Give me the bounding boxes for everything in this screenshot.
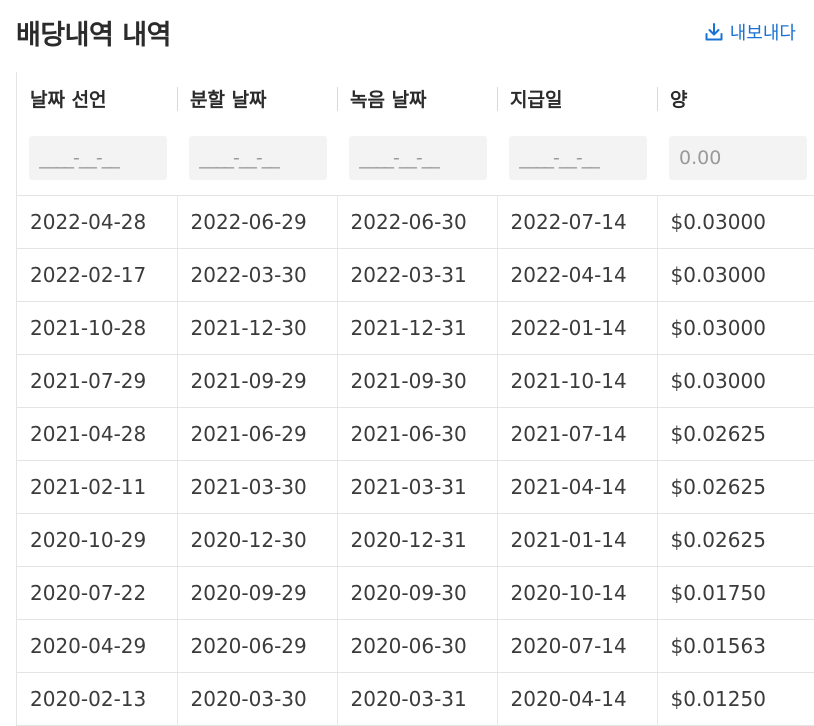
- ex-date-filter-input[interactable]: [189, 136, 327, 180]
- export-label: 내보내다: [729, 23, 796, 44]
- cell-ex-date: 2020-06-29: [176, 619, 337, 673]
- table-row: 2020-07-22 2020-09-29 2020-09-30 2020-10…: [17, 566, 814, 620]
- page-title: 배당내역 내역: [16, 20, 171, 51]
- cell-ex-date: 2021-09-29: [176, 354, 337, 408]
- pay-date-filter-input[interactable]: [509, 136, 647, 180]
- table-row: 2021-02-11 2021-03-30 2021-03-31 2021-04…: [17, 460, 814, 514]
- record-date-filter-input[interactable]: [349, 136, 487, 180]
- declared-date-filter-input[interactable]: [29, 136, 167, 180]
- cell-pay-date: 2022-04-14: [496, 248, 657, 302]
- cell-pay-date: 2020-07-14: [496, 619, 657, 673]
- cell-record-date: 2020-09-30: [336, 566, 497, 620]
- page-header: 배당내역 내역 내보내다: [0, 0, 814, 72]
- dividend-history-table: 날짜 선언 분할 날짜 녹음 날짜 지급일 양 2022-04-28 2022-…: [16, 72, 814, 726]
- cell-record-date: 2022-06-30: [336, 195, 497, 249]
- cell-record-date: 2021-06-30: [336, 407, 497, 461]
- cell-record-date: 2022-03-31: [336, 248, 497, 302]
- cell-declared-date: 2020-04-29: [17, 619, 177, 673]
- cell-pay-date: 2021-10-14: [496, 354, 657, 408]
- cell-ex-date: 2021-12-30: [176, 301, 337, 355]
- table-row: 2020-10-29 2020-12-30 2020-12-31 2021-01…: [17, 513, 814, 567]
- cell-pay-date: 2020-10-14: [496, 566, 657, 620]
- cell-amount: $0.02625: [656, 513, 814, 567]
- table-row: 2020-04-29 2020-06-29 2020-06-30 2020-07…: [17, 619, 814, 673]
- table-row: 2021-07-29 2021-09-29 2021-09-30 2021-10…: [17, 354, 814, 408]
- table-row: 2022-04-28 2022-06-29 2022-06-30 2022-07…: [17, 195, 814, 249]
- cell-record-date: 2021-12-31: [336, 301, 497, 355]
- cell-record-date: 2020-06-30: [336, 619, 497, 673]
- cell-amount: $0.02625: [656, 460, 814, 514]
- cell-declared-date: 2020-07-22: [17, 566, 177, 620]
- cell-declared-date: 2021-07-29: [17, 354, 177, 408]
- cell-pay-date: 2022-01-14: [496, 301, 657, 355]
- cell-pay-date: 2021-01-14: [496, 513, 657, 567]
- column-header-amount[interactable]: 양: [657, 72, 814, 125]
- table-row: 2020-02-13 2020-03-30 2020-03-31 2020-04…: [17, 672, 814, 726]
- cell-amount: $0.01563: [656, 619, 814, 673]
- table-filter-row: [17, 125, 814, 196]
- column-header-declared-date[interactable]: 날짜 선언: [17, 72, 177, 125]
- export-button[interactable]: 내보내다: [704, 18, 796, 46]
- cell-record-date: 2021-03-31: [336, 460, 497, 514]
- cell-pay-date: 2021-04-14: [496, 460, 657, 514]
- cell-amount: $0.01750: [656, 566, 814, 620]
- cell-declared-date: 2022-02-17: [17, 248, 177, 302]
- cell-amount: $0.02625: [656, 407, 814, 461]
- column-header-pay-date[interactable]: 지급일: [497, 72, 657, 125]
- table-header-row: 날짜 선언 분할 날짜 녹음 날짜 지급일 양: [17, 72, 814, 125]
- cell-record-date: 2021-09-30: [336, 354, 497, 408]
- cell-record-date: 2020-03-31: [336, 672, 497, 726]
- cell-pay-date: 2022-07-14: [496, 195, 657, 249]
- cell-declared-date: 2020-10-29: [17, 513, 177, 567]
- column-header-ex-date[interactable]: 분할 날짜: [177, 72, 337, 125]
- cell-ex-date: 2022-06-29: [176, 195, 337, 249]
- table-row: 2021-04-28 2021-06-29 2021-06-30 2021-07…: [17, 407, 814, 461]
- cell-amount: $0.01250: [656, 672, 814, 726]
- cell-amount: $0.03000: [656, 354, 814, 408]
- cell-declared-date: 2021-10-28: [17, 301, 177, 355]
- cell-ex-date: 2020-12-30: [176, 513, 337, 567]
- cell-amount: $0.03000: [656, 248, 814, 302]
- cell-pay-date: 2021-07-14: [496, 407, 657, 461]
- cell-ex-date: 2020-09-29: [176, 566, 337, 620]
- cell-amount: $0.03000: [656, 195, 814, 249]
- cell-record-date: 2020-12-31: [336, 513, 497, 567]
- cell-amount: $0.03000: [656, 301, 814, 355]
- cell-declared-date: 2021-04-28: [17, 407, 177, 461]
- cell-declared-date: 2021-02-11: [17, 460, 177, 514]
- cell-declared-date: 2020-02-13: [17, 672, 177, 726]
- cell-declared-date: 2022-04-28: [17, 195, 177, 249]
- cell-ex-date: 2021-03-30: [176, 460, 337, 514]
- cell-pay-date: 2020-04-14: [496, 672, 657, 726]
- cell-ex-date: 2021-06-29: [176, 407, 337, 461]
- amount-filter-input[interactable]: [669, 136, 807, 180]
- cell-ex-date: 2020-03-30: [176, 672, 337, 726]
- cell-ex-date: 2022-03-30: [176, 248, 337, 302]
- table-row: 2022-02-17 2022-03-30 2022-03-31 2022-04…: [17, 248, 814, 302]
- download-icon: [704, 22, 724, 42]
- table-row: 2021-10-28 2021-12-30 2021-12-31 2022-01…: [17, 301, 814, 355]
- column-header-record-date[interactable]: 녹음 날짜: [337, 72, 497, 125]
